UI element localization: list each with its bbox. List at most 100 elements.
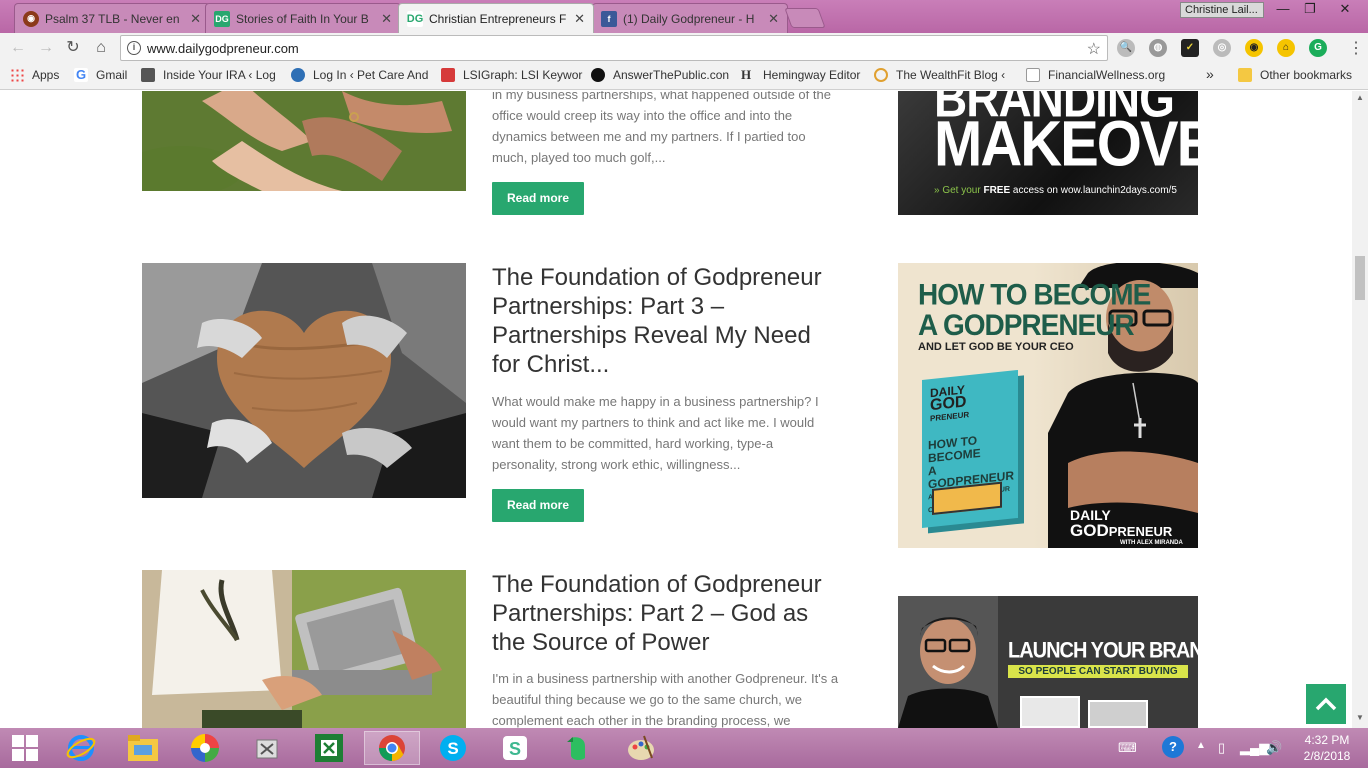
bookmark-inside-your-ira[interactable]: Inside Your IRA ‹ Log (141, 68, 276, 82)
chevron-up-icon (1315, 697, 1337, 711)
bookmark-apps[interactable]: Apps (10, 68, 59, 82)
extension-magnifier-icon[interactable]: ◎ (1213, 39, 1231, 57)
folder-icon (1238, 68, 1252, 82)
browser-toolbar: ← → ↻ ⌂ i www.dailygodpreneur.com ☆ 🔍 ◍ … (0, 33, 1368, 63)
extension-check-icon[interactable]: ✓ (1181, 39, 1199, 57)
bookmark-answerthepublic[interactable]: AnswerThePublic.con (591, 68, 729, 82)
windows-taskbar: S S ⌨ ? ▲ ▯ ▂▄▆ 🔊 4:32 PM 2/8/2018 (0, 728, 1368, 768)
ad-person-photo (898, 596, 998, 728)
book-icon: ◉ (23, 10, 39, 27)
chrome-icon[interactable] (364, 731, 420, 765)
ad-subtitle: AND LET GOD BE YOUR CEO (918, 341, 1074, 353)
extension-search-icon[interactable]: 🔍 (1117, 39, 1135, 57)
restore-button[interactable]: ❐ (1295, 0, 1325, 18)
address-bar[interactable]: i www.dailygodpreneur.com ☆ (120, 35, 1108, 61)
facebook-icon: f (601, 10, 617, 27)
bookmark-star-icon[interactable]: ☆ (1087, 39, 1101, 59)
file-explorer-icon[interactable] (120, 731, 166, 765)
close-tab-icon[interactable]: ✕ (574, 11, 585, 27)
bookmark-wealthfit[interactable]: The WealthFit Blog ‹ (874, 68, 1005, 82)
hemingway-icon: H (741, 67, 752, 82)
chrome-menu-icon[interactable]: ⋮ (1348, 38, 1364, 58)
scroll-up-arrow-icon[interactable]: ▲ (1352, 91, 1368, 105)
ad-how-to-become-godpreneur[interactable]: HOW TO BECOME A GODPRENEUR AND LET GOD B… (898, 263, 1198, 548)
evernote-icon[interactable] (554, 731, 600, 765)
site-icon (291, 68, 305, 82)
volume-icon[interactable]: 🔊 (1266, 740, 1282, 756)
picasa-icon[interactable] (182, 731, 228, 765)
system-clock[interactable]: 4:32 PM 2/8/2018 (1292, 732, 1362, 764)
slack-icon[interactable]: S (492, 731, 538, 765)
ad-title: HOW TO BECOME A GODPRENEUR (918, 278, 1151, 342)
bookmark-pet-care[interactable]: Log In ‹ Pet Care And (291, 68, 428, 82)
bookmark-financialwellness[interactable]: FinancialWellness.org (1026, 68, 1165, 82)
ad-headline: MAKEOVER (934, 108, 1198, 180)
svg-text:S: S (509, 739, 521, 759)
scrollbar-thumb[interactable] (1355, 256, 1365, 300)
scroll-down-arrow-icon[interactable]: ▼ (1352, 711, 1368, 725)
help-icon[interactable]: ? (1162, 736, 1184, 758)
new-tab-button[interactable] (784, 8, 826, 28)
post-title[interactable]: The Foundation of Godpreneur Partnership… (492, 263, 842, 379)
page-content: in my business partnerships, what happen… (0, 91, 1352, 728)
tools-icon[interactable] (244, 731, 290, 765)
network-icon[interactable]: ▂▄▆ (1240, 740, 1269, 756)
extension-yellow-icon[interactable]: ◉ (1245, 39, 1263, 57)
bookmarks-bar: Apps G Gmail Inside Your IRA ‹ Log Log I… (0, 63, 1368, 90)
excel-icon[interactable] (306, 731, 352, 765)
post-thumbnail-laptop[interactable] (142, 570, 466, 728)
ad-cta: » Get your FREE access on wow.launchin2d… (934, 185, 1177, 196)
close-tab-icon[interactable]: ✕ (768, 11, 779, 27)
tab-christian-entrepreneurs[interactable]: DG Christian Entrepreneurs F ✕ (398, 3, 594, 33)
ad-logo: DAILY GODPRENEUR WITH ALEX MIRANDA (1070, 507, 1183, 546)
post-excerpt: What would make me happy in a business p… (492, 394, 819, 472)
close-tab-icon[interactable]: ✕ (190, 11, 201, 27)
power-icon[interactable]: ▯ (1218, 740, 1225, 756)
keyboard-icon[interactable]: ⌨ (1118, 740, 1137, 756)
apps-grid-icon (10, 68, 24, 82)
site-icon (141, 68, 155, 82)
back-button[interactable]: ← (8, 38, 28, 58)
tab-stories-of-faith[interactable]: DG Stories of Faith In Your B ✕ (205, 3, 401, 33)
minimize-button[interactable]: — (1268, 0, 1298, 18)
reload-button[interactable]: ↻ (63, 38, 83, 58)
show-hidden-icons-icon[interactable]: ▲ (1196, 740, 1206, 751)
other-bookmarks[interactable]: Other bookmarks (1238, 68, 1352, 82)
bookmark-hemingway[interactable]: H Hemingway Editor (741, 67, 860, 83)
svg-text:S: S (447, 739, 458, 758)
post-excerpt: in my business partnerships, what happen… (492, 91, 831, 165)
extension-circle-icon[interactable]: ◍ (1149, 39, 1167, 57)
forward-button[interactable]: → (36, 38, 56, 58)
site-icon (591, 68, 605, 82)
grammarly-icon[interactable]: G (1309, 39, 1327, 57)
ad-branding-makeover[interactable]: BRANDING MAKEOVER » Get your FREE access… (898, 91, 1198, 215)
read-more-button[interactable]: Read more (492, 182, 584, 215)
google-icon: G (74, 67, 88, 82)
tab-psalm[interactable]: ◉ Psalm 37 TLB - Never en ✕ (14, 3, 210, 33)
profile-button[interactable]: Christine Lail... (1180, 2, 1264, 18)
extension-home-icon[interactable]: ⌂ (1277, 39, 1295, 57)
internet-explorer-icon[interactable] (58, 731, 104, 765)
ad-subtitle: SO PEOPLE CAN START BUYING (1008, 665, 1188, 678)
skype-icon[interactable]: S (430, 731, 476, 765)
back-to-top-button[interactable] (1306, 684, 1346, 724)
close-window-button[interactable]: ✕ (1330, 0, 1360, 18)
bookmark-lsigraph[interactable]: LSIGraph: LSI Keywor (441, 68, 582, 82)
tab-strip: ◉ Psalm 37 TLB - Never en ✕ DG Stories o… (0, 0, 1368, 33)
url-text: www.dailygodpreneur.com (147, 41, 299, 56)
info-icon[interactable]: i (127, 41, 141, 55)
tab-daily-godpreneur-facebook[interactable]: f (1) Daily Godpreneur - H ✕ (592, 3, 788, 33)
page-scrollbar[interactable]: ▲ ▼ (1352, 91, 1368, 728)
post-thumbnail-hands[interactable] (142, 91, 466, 191)
home-button[interactable]: ⌂ (91, 38, 111, 58)
ad-title: LAUNCH YOUR BRAND (1008, 638, 1198, 664)
paint-icon[interactable] (614, 731, 668, 765)
post-thumbnail-heart[interactable] (142, 263, 466, 498)
windows-start-icon[interactable] (2, 731, 48, 765)
bookmarks-overflow-button[interactable]: » (1206, 66, 1214, 82)
close-tab-icon[interactable]: ✕ (381, 11, 392, 27)
ad-launch-your-brand[interactable]: LAUNCH YOUR BRAND SO PEOPLE CAN START BU… (898, 596, 1198, 728)
bookmark-gmail[interactable]: G Gmail (74, 68, 127, 82)
read-more-button[interactable]: Read more (492, 489, 584, 522)
post-title[interactable]: The Foundation of Godpreneur Partnership… (492, 570, 842, 657)
